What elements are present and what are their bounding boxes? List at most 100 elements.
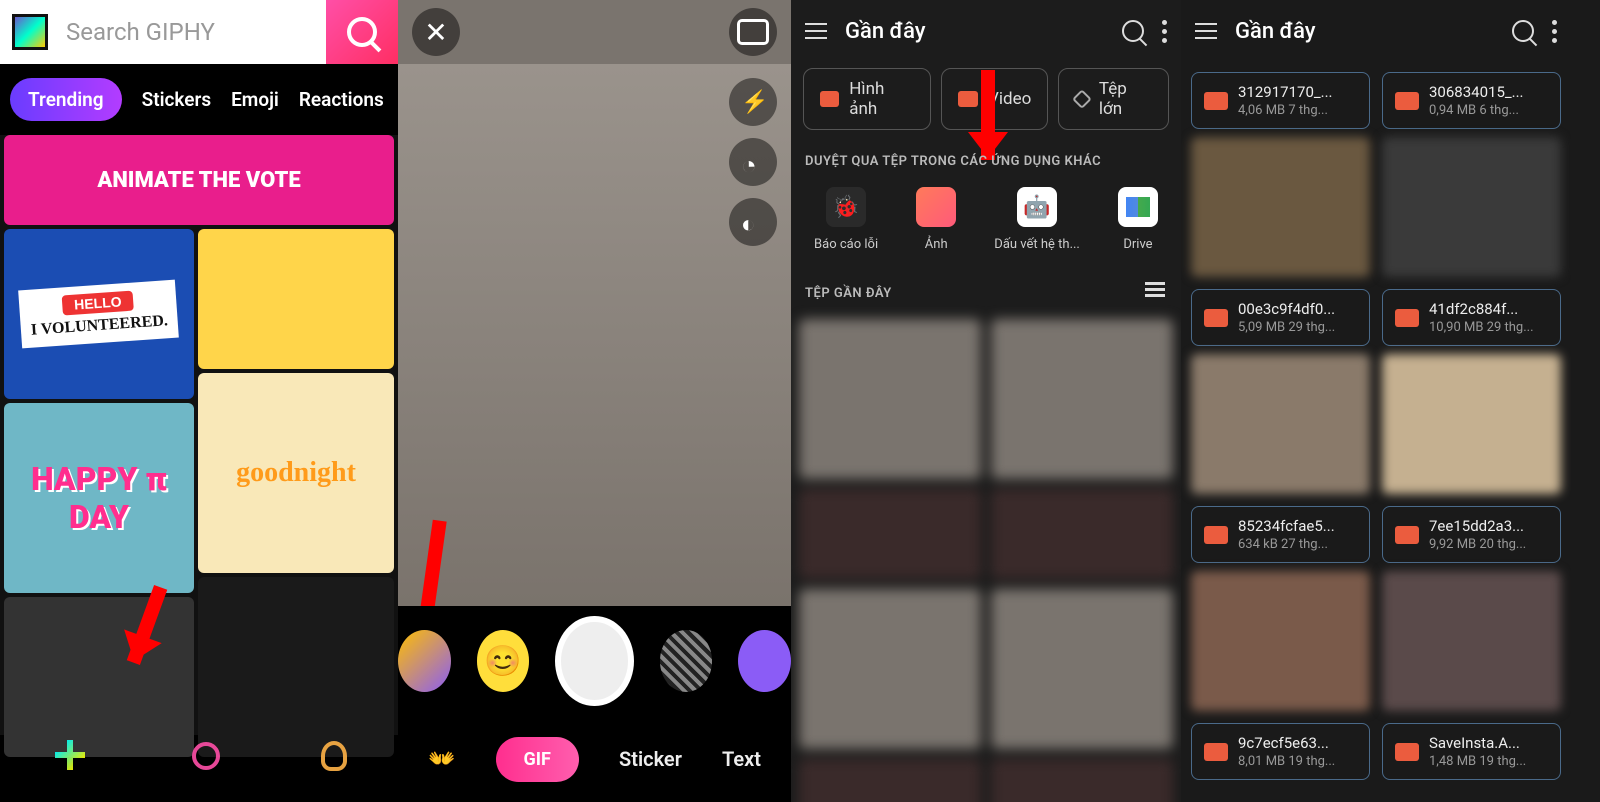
explore-icon[interactable] — [192, 742, 220, 770]
search-input[interactable]: Search GIPHY — [60, 0, 326, 64]
timer-icon — [741, 150, 765, 174]
flip-camera-button[interactable] — [729, 8, 777, 56]
search-icon[interactable] — [1512, 20, 1534, 42]
video-icon — [1395, 309, 1419, 327]
shutter-button[interactable] — [555, 616, 633, 706]
file-thumb — [1191, 354, 1370, 494]
timer-button[interactable] — [729, 138, 777, 186]
app-systrace[interactable]: 🤖Dấu vết hệ th... — [994, 187, 1080, 252]
drive-icon — [1118, 187, 1158, 227]
more-icon[interactable] — [1552, 20, 1557, 43]
gallery-icon[interactable]: 👐 — [428, 747, 455, 772]
file-thumb — [1191, 137, 1370, 277]
file-thumb[interactable] — [991, 759, 1173, 802]
file-item[interactable]: 41df2c884f...10,90 MB 29 thg... — [1382, 289, 1561, 494]
profile-icon[interactable] — [321, 741, 347, 771]
video-icon — [1204, 743, 1228, 761]
file-thumb[interactable] — [991, 489, 1173, 579]
file-picker-video-screen: Gần đây 312917170_...4,06 MB 7 thg... 30… — [1181, 0, 1571, 802]
menu-icon[interactable] — [1195, 23, 1217, 39]
flash-button[interactable] — [729, 78, 777, 126]
gif-tile[interactable]: ANIMATE THE VOTE — [4, 135, 394, 225]
file-item[interactable]: 7ee15dd2a3...9,92 MB 20 thg... — [1382, 506, 1561, 711]
close-button[interactable]: ✕ — [412, 8, 460, 56]
mode-gif[interactable]: GIF — [496, 737, 579, 782]
giphy-logo[interactable] — [0, 0, 60, 64]
chip-images[interactable]: Hình ảnh — [803, 68, 931, 130]
menu-icon[interactable] — [805, 23, 827, 39]
app-photos[interactable]: Ảnh — [916, 187, 956, 252]
tab-reactions[interactable]: Reactions — [299, 88, 384, 111]
more-icon[interactable] — [1162, 20, 1167, 43]
mode-bar: 👐 GIF Sticker Text — [398, 716, 791, 802]
close-icon: ✕ — [424, 16, 447, 49]
flash-off-icon — [741, 90, 765, 114]
file-thumb[interactable] — [799, 489, 981, 579]
file-thumb[interactable] — [799, 589, 981, 749]
search-icon — [347, 17, 377, 47]
section-header: DUYỆT QUA TỆP TRONG CÁC ỨNG DỤNG KHÁC — [791, 136, 1181, 179]
recent-files-grid[interactable] — [791, 311, 1181, 802]
search-button[interactable] — [326, 0, 398, 64]
tab-trending[interactable]: Trending — [10, 78, 122, 121]
effect-carousel[interactable]: 😊 — [398, 606, 791, 716]
file-thumb[interactable] — [991, 589, 1173, 749]
video-icon — [1395, 92, 1419, 110]
file-item[interactable]: 85234fcfae5...634 kB 27 thg... — [1191, 506, 1370, 711]
giphy-screen: Search GIPHY Trending Stickers Emoji Rea… — [0, 0, 398, 802]
effect-item[interactable] — [738, 630, 791, 692]
file-thumb — [1191, 571, 1370, 711]
mode-text[interactable]: Text — [722, 747, 761, 771]
create-icon[interactable] — [51, 736, 91, 776]
edge-strip — [1571, 0, 1600, 802]
search-bar: Search GIPHY — [0, 0, 398, 64]
chip-large-files[interactable]: Tệp lớn — [1058, 68, 1169, 130]
file-item[interactable]: 9c7ecf5e63...8,01 MB 19 thg... — [1191, 723, 1370, 780]
camera-screen: ✕ 😊 👐 GIF Sticker Text — [398, 0, 791, 802]
flip-camera-icon — [737, 19, 769, 45]
android-icon: 🤖 — [1017, 187, 1057, 227]
gif-tile[interactable]: goodnight — [198, 373, 394, 573]
list-view-icon[interactable] — [1145, 282, 1165, 298]
file-item[interactable]: 306834015_...0,94 MB 6 thg... — [1382, 72, 1561, 277]
file-thumb[interactable] — [799, 759, 981, 802]
file-item[interactable]: 00e3c9f4df0...5,09 MB 29 thg... — [1191, 289, 1370, 494]
page-title: Gần đây — [1235, 19, 1494, 44]
tag-icon — [1072, 89, 1092, 109]
video-file-grid[interactable]: 312917170_...4,06 MB 7 thg... 306834015_… — [1181, 62, 1571, 790]
bottom-nav — [0, 710, 398, 802]
video-icon — [1204, 526, 1228, 544]
filter-icon — [741, 210, 765, 234]
app-bugreport[interactable]: 🐞Báo cáo lỗi — [814, 187, 878, 252]
file-item[interactable]: SaveInsta.A...1,48 MB 19 thg... — [1382, 723, 1561, 780]
gif-tile[interactable]: HAPPY π DAY — [4, 403, 194, 593]
app-drive[interactable]: Drive — [1118, 187, 1158, 252]
mode-sticker[interactable]: Sticker — [619, 747, 682, 771]
tab-stickers[interactable]: Stickers — [142, 88, 212, 111]
tab-emoji[interactable]: Emoji — [231, 88, 279, 111]
file-thumb — [1382, 137, 1561, 277]
effect-item[interactable] — [660, 630, 713, 692]
file-thumb[interactable] — [799, 319, 981, 479]
file-item[interactable]: 312917170_...4,06 MB 7 thg... — [1191, 72, 1370, 277]
gif-tile[interactable] — [198, 229, 394, 369]
file-thumb — [1382, 571, 1561, 711]
video-icon — [1395, 743, 1419, 761]
video-icon — [1204, 92, 1228, 110]
gif-grid[interactable]: ANIMATE THE VOTE HELLOI VOLUNTEERED. HAP… — [0, 135, 398, 735]
file-thumb[interactable] — [991, 319, 1173, 479]
video-icon — [1395, 526, 1419, 544]
video-icon — [1204, 309, 1228, 327]
effect-item[interactable] — [398, 630, 451, 692]
file-thumb — [1382, 354, 1561, 494]
photos-icon — [916, 187, 956, 227]
video-icon — [958, 91, 978, 107]
file-picker-screen: Gần đây Hình ảnh Video Tệp lớn DUYỆT QUA… — [791, 0, 1181, 802]
filter-button[interactable] — [729, 198, 777, 246]
effect-item[interactable]: 😊 — [477, 630, 530, 692]
bug-icon: 🐞 — [826, 187, 866, 227]
image-icon — [820, 91, 839, 107]
gif-tile[interactable]: HELLOI VOLUNTEERED. — [4, 229, 194, 399]
category-tabs: Trending Stickers Emoji Reactions — [0, 64, 398, 135]
search-icon[interactable] — [1122, 20, 1144, 42]
